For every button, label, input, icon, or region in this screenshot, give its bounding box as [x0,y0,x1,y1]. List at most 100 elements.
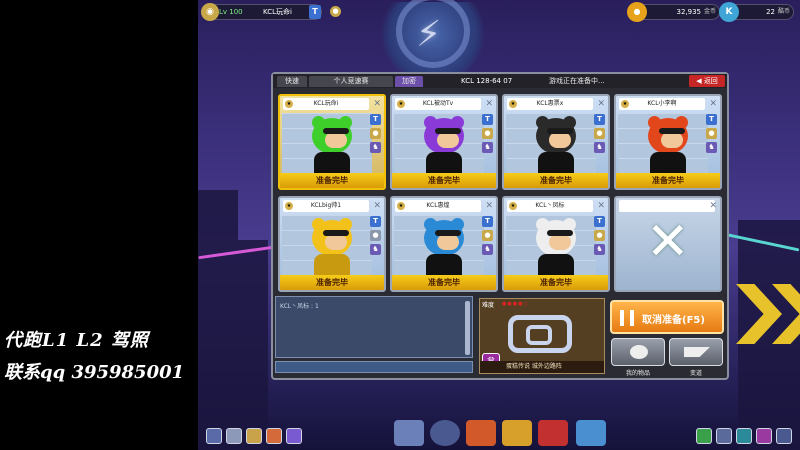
bag-icon[interactable] [266,428,282,444]
slot-player-name: KCL玩命i [283,98,369,110]
return-button[interactable]: ◀ 返回 [689,75,725,87]
kick-icon[interactable]: ✕ [485,98,493,110]
bg-building [198,190,238,450]
home-icon[interactable] [226,428,242,444]
title-badge-icon[interactable]: T [309,5,321,19]
avatar-icon[interactable]: ◉ [201,3,219,21]
room-id: KCL 128-64 07 [461,77,513,85]
kick-icon[interactable]: ✕ [709,200,717,212]
menu-icon[interactable] [776,428,792,444]
title-badge-icon: T [706,114,717,125]
kcoin-bar: K 22 酷币 [719,2,794,22]
difficulty-label: 难度 [482,302,495,309]
medal-icon: ● [370,230,381,241]
tab-quick[interactable]: 快速 [277,76,307,87]
player-slot[interactable]: KCL被动Tv ★ ✕ T ● ♞ 准备完毕 [390,94,498,190]
title-badge-icon: T [370,216,381,227]
promo-text-line1: 代跑L1 L2 驾照 [4,330,149,351]
ready-status: 准备完毕 [392,275,496,290]
kick-icon[interactable]: ✕ [709,98,717,110]
garage-kart-icon[interactable] [394,420,424,446]
kick-icon[interactable]: ✕ [373,200,381,212]
character-avatar [308,116,356,176]
slot-player-name: KCL丶凤标 [507,200,593,212]
return-label: 返回 [703,77,718,85]
pet-icon: ♞ [706,142,717,153]
slot-player-name: KCL惠煌 [395,200,481,212]
rank-badge-icon: ★ [284,99,294,109]
medal-icon[interactable]: ● [330,6,341,17]
cancel-ready-button[interactable]: 取消准备(F5) [610,300,724,334]
friends-icon[interactable] [736,428,752,444]
kick-icon[interactable]: ✕ [597,98,605,110]
pet-icon: ♞ [482,142,493,153]
toolbox-icon[interactable] [538,420,568,446]
kick-icon[interactable]: ✕ [485,200,493,212]
change-lane-button[interactable] [669,338,723,366]
slot-player-name: KCL被动Tv [395,98,481,110]
search-icon[interactable] [756,428,772,444]
pet-icon: ♞ [594,244,605,255]
gold-unit: 金币 [703,8,716,15]
gift-icon[interactable] [246,428,262,444]
closed-slot[interactable]: ✕ ✕ [614,196,722,292]
medal-icon: ● [482,128,493,139]
player-slot[interactable]: KCL玩命i ★ ✕ T ● ♞ 准备完毕 [278,94,386,190]
gold-coin-icon: ● [627,2,647,22]
my-items-button[interactable] [611,338,665,366]
promo-text-line2: 联系qq 395985001 [4,362,185,383]
slot-player-name [619,200,715,212]
pet-icon: ♞ [594,142,605,153]
ready-status: 准备完毕 [616,173,720,188]
character-avatar [532,218,580,278]
speedometer-icon[interactable] [430,420,460,446]
my-items-label: 我的物品 [625,370,650,377]
settings-robot-icon[interactable] [576,420,606,446]
lightning-emblem: ⚡ [378,0,488,82]
title-badge-icon: T [594,114,605,125]
player-info-bar[interactable]: ◉ Lv 100 KCL玩命i T [201,3,322,21]
player-level: Lv 100 [219,8,243,16]
player-slot[interactable]: KCL惠票x ★ ✕ T ● ♞ 准备完毕 [502,94,610,190]
bg-building [238,240,268,450]
item-bag-icon [630,345,648,359]
player-slots: KCL玩命i ★ ✕ T ● ♞ 准备完毕 KCL被动Tv ★ ✕ T ● ♞ … [278,94,728,292]
gold-bar: ● 32,935 金币 [627,2,720,22]
tab-encrypted[interactable]: 加密 [395,76,423,87]
medal-icon: ● [482,230,493,241]
medal-icon: ● [370,128,381,139]
shop-icon[interactable] [466,420,496,446]
kart-icon [684,347,710,357]
chat-log: KCL丶凤标 : 1 [275,296,473,358]
title-badge-icon: T [482,114,493,125]
ready-status: 准备完毕 [280,173,384,188]
track-preview[interactable]: 难度 ●●●●○ ♛ 蛋糕传说 城外边路阵 [479,298,605,374]
character-avatar [308,218,356,278]
player-slot[interactable]: KCL惠煌 ★ ✕ T ● ♞ 准备完毕 [390,196,498,292]
pet-icon: ♞ [482,244,493,255]
player-name: KCL玩命i [263,8,292,16]
medal-icon: ● [706,128,717,139]
kick-icon[interactable]: ✕ [597,200,605,212]
alert-icon[interactable] [696,428,712,444]
chat-input[interactable] [275,361,473,373]
pause-icon [620,310,634,326]
player-slot[interactable]: KCLbig帅1 ★ ✕ T ● ♞ 准备完毕 [278,196,386,292]
chat-message: KCL丶凤标 : 1 [280,303,319,310]
track-name: 蛋糕传说 城外边路阵 [480,361,604,373]
player-slot[interactable]: KCL小李啊 ★ ✕ T ● ♞ 准备完毕 [614,94,722,190]
ready-status: 准备完毕 [280,275,384,290]
chat-scrollbar[interactable] [465,301,470,355]
game-window: ⚡ ◉ Lv 100 KCL玩命i T ● ● 32,935 金币 K 22 酷… [198,0,800,450]
chat-bubble-icon[interactable] [716,428,732,444]
player-slot[interactable]: KCL丶凤标 ★ ✕ T ● ♞ 准备完毕 [502,196,610,292]
help-icon[interactable] [286,428,302,444]
tab-individual-race[interactable]: 个人竞速赛 [309,76,393,87]
closed-slot-x-icon: ✕ [646,212,690,272]
gallery-icon[interactable] [206,428,222,444]
market-icon[interactable] [502,420,532,446]
kick-icon[interactable]: ✕ [373,98,381,110]
ready-status: 准备完毕 [504,173,608,188]
rank-badge-icon: ★ [396,99,406,109]
slot-player-name: KCL小李啊 [619,98,705,110]
